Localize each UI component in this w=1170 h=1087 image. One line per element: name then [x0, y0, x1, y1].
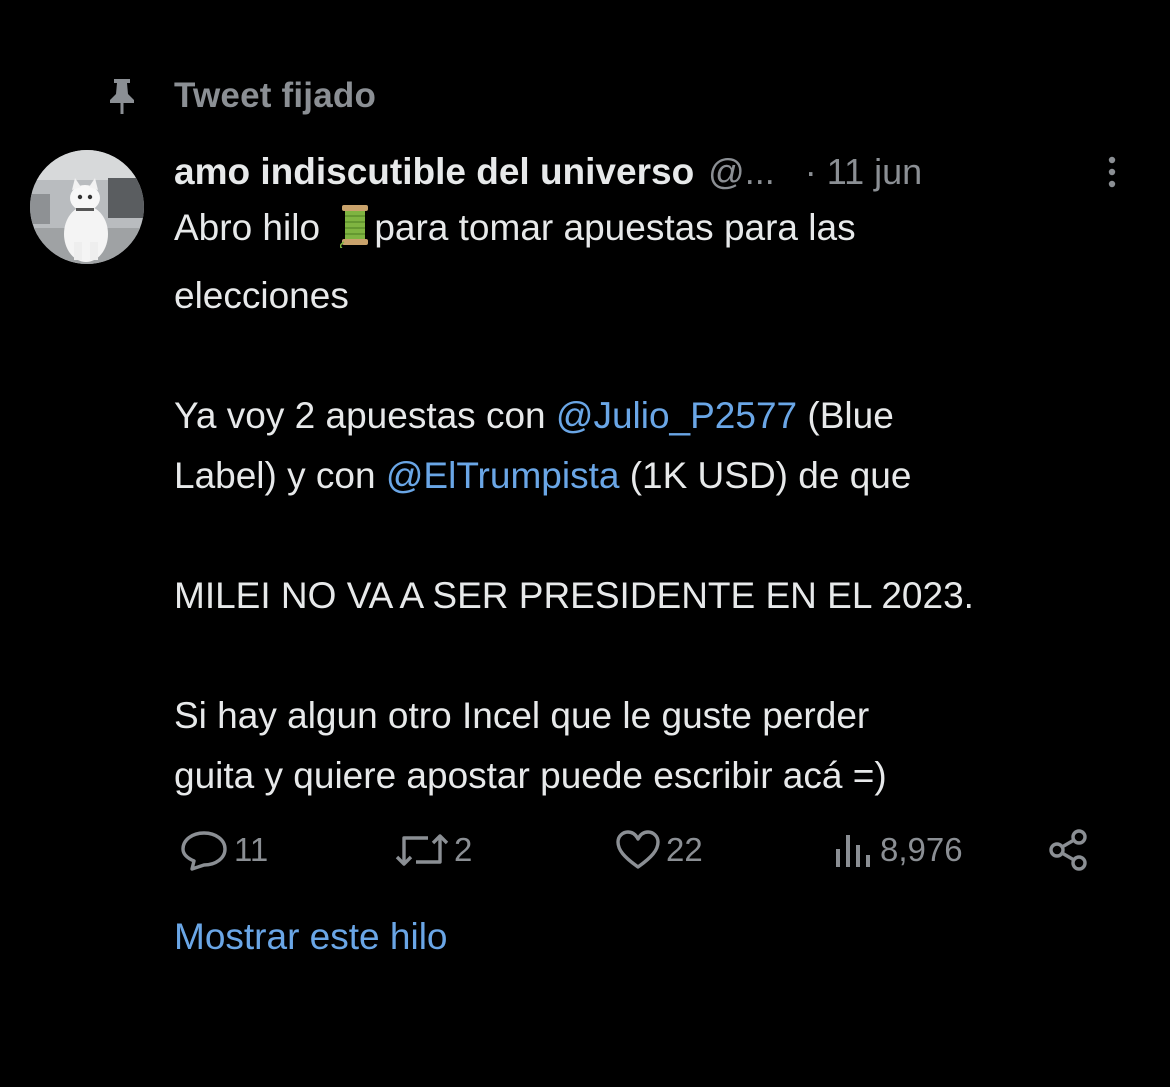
retweet-button[interactable]: 2 [394, 822, 472, 878]
tweet-text-segment: Label) y con [174, 455, 386, 496]
tweet-actions: 11 2 22 8,976 [174, 822, 1104, 878]
views-count: 8,976 [880, 831, 963, 868]
show-thread-link[interactable]: Mostrar este hilo [174, 916, 448, 958]
tweet-header: amo indiscutible del universo @... · 11 … [174, 144, 1134, 200]
tweet-line: elecciones [174, 275, 349, 316]
tweet-line: Label) y con @ElTrumpista (1K USD) de qu… [174, 446, 1134, 506]
pinned-tweet-indicator: Tweet fijado [104, 72, 376, 120]
views-chart-icon [832, 829, 876, 871]
tweet-line: MILEI NO VA A SER PRESIDENTE EN EL 2023. [174, 575, 974, 616]
reply-count: 11 [234, 831, 269, 868]
heart-icon [614, 829, 662, 871]
reply-button[interactable]: 11 [178, 822, 268, 878]
mention-link-julio[interactable]: @Julio_P2577 [556, 395, 797, 436]
tweet-text-segment: para tomar apuestas para las [374, 207, 856, 248]
like-button[interactable]: 22 [614, 822, 703, 878]
author-handle[interactable]: @... [708, 151, 775, 193]
tweet-line: Si hay algun otro Incel que le guste per… [174, 695, 870, 736]
share-icon [1046, 827, 1092, 873]
tweet-line: Ya voy 2 apuestas con @Julio_P2577 (Blue [174, 386, 1134, 446]
thread-spool-emoji-icon [339, 204, 370, 266]
tweet-line: guita y quiere apostar puede escribir ac… [174, 755, 887, 796]
pinned-label: Tweet fijado [174, 76, 377, 115]
tweet-text-segment: (1K USD) de que [619, 455, 912, 496]
avatar[interactable] [30, 150, 144, 264]
tweet-line: Abro hilo para tomar apuestas para las [174, 198, 1134, 266]
like-count: 22 [666, 831, 703, 868]
views-button[interactable]: 8,976 [832, 822, 963, 878]
retweet-icon [394, 830, 450, 870]
share-button[interactable] [1046, 822, 1092, 878]
tweet-text-segment: Ya voy 2 apuestas con [174, 395, 556, 436]
tweet-date[interactable]: · 11 jun [805, 151, 922, 193]
more-options-icon[interactable] [1102, 150, 1122, 194]
retweet-count: 2 [454, 831, 473, 868]
pin-icon [104, 76, 140, 116]
mention-link-eltrumpista[interactable]: @ElTrumpista [386, 455, 620, 496]
reply-icon [178, 828, 230, 872]
tweet-text-segment: Abro hilo [174, 207, 331, 248]
tweet-text: Abro hilo para tomar apuestas para las e… [174, 198, 1134, 806]
tweet-text-segment: (Blue [797, 395, 894, 436]
author-name[interactable]: amo indiscutible del universo [174, 151, 694, 193]
